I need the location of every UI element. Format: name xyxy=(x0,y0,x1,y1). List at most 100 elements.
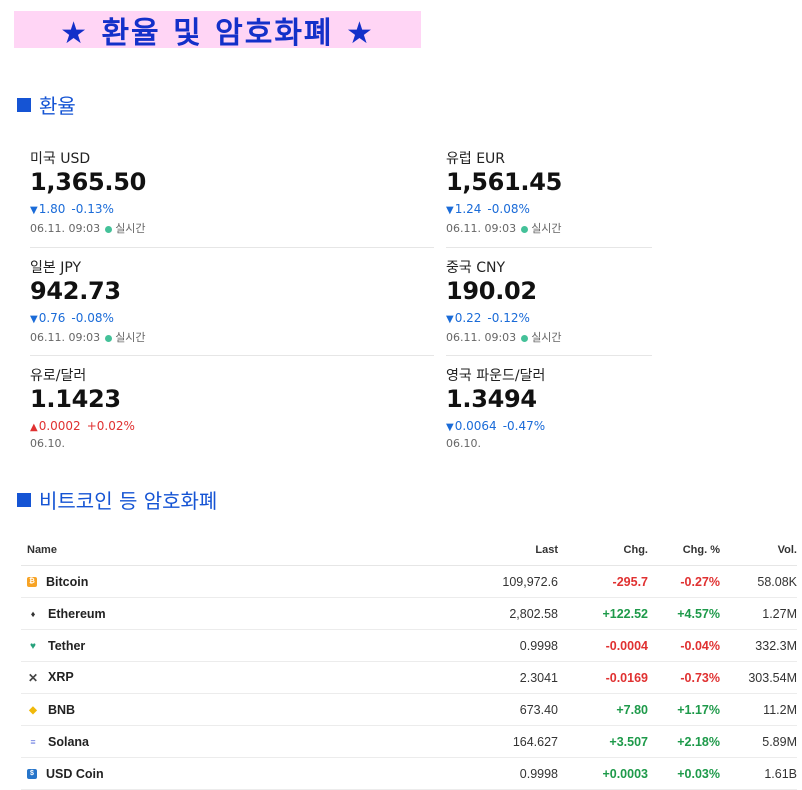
table-row[interactable]: ◆ BNB 673.40 +7.80 +1.17% 11.2M xyxy=(21,693,797,726)
crypto-table: Name Last Chg. Chg. % Vol. ₿ Bitcoin 109,… xyxy=(21,534,797,790)
fx-rate-card[interactable]: 영국 파운드/달러 1.3494 ▼0.0064 -0.47% 06.10. xyxy=(446,365,646,451)
crypto-chg-pct: -0.04% xyxy=(648,629,720,662)
column-header-vol[interactable]: Vol. xyxy=(720,534,797,566)
crypto-last: 164.627 xyxy=(458,725,558,758)
column-header-chg-pct[interactable]: Chg. % xyxy=(648,534,720,566)
crypto-name-cell[interactable]: ✕ XRP xyxy=(21,661,458,694)
fx-change-percent: -0.47% xyxy=(502,419,546,433)
xrp-icon: ✕ xyxy=(27,670,39,685)
table-row[interactable]: ✕ XRP 2.3041 -0.0169 -0.73% 303.54M xyxy=(21,661,797,694)
fx-currency-name: 미국 USD xyxy=(30,151,91,167)
crypto-name[interactable]: USD Coin xyxy=(46,767,104,781)
crypto-name-cell[interactable]: ≡ Solana xyxy=(21,725,458,758)
fx-change-percent: -0.08% xyxy=(71,311,114,325)
arrow-down-icon: ▼ xyxy=(30,314,38,325)
crypto-vol: 1.61B xyxy=(720,757,797,790)
fx-rate-card[interactable]: 미국 USD 1,365.50 ▼1.80 -0.13% 06.11. 09:03… xyxy=(30,148,230,235)
fx-rate-card[interactable]: 일본 JPY 942.73 ▼0.76 -0.08% 06.11. 09:03 실시… xyxy=(30,257,230,344)
crypto-chg: +7.80 xyxy=(558,693,648,726)
arrow-up-icon: ▲ xyxy=(30,422,38,433)
fx-rate-card[interactable]: 유럽 EUR 1,561.45 ▼1.24 -0.08% 06.11. 09:03… xyxy=(446,148,646,235)
crypto-chg-pct: +4.57% xyxy=(648,597,720,630)
fx-change-percent: -0.13% xyxy=(71,202,114,216)
crypto-chg-pct: -0.27% xyxy=(648,565,720,598)
crypto-name-cell[interactable]: ◆ BNB xyxy=(21,693,458,726)
crypto-chg: -0.0004 xyxy=(558,629,648,662)
fx-change-amount: 0.0064 xyxy=(454,419,497,433)
live-dot-icon xyxy=(521,225,529,233)
fx-change-amount: 1.80 xyxy=(38,202,66,216)
crypto-chg: +122.52 xyxy=(558,597,648,630)
crypto-last: 2,802.58 xyxy=(458,597,558,630)
fx-time-text: 06.11. 09:03 xyxy=(30,222,101,235)
live-dot-icon xyxy=(521,334,529,342)
fx-section-heading: 환율 xyxy=(17,90,76,119)
usd-coin-icon: $ xyxy=(27,769,37,780)
fx-timestamp: 06.11. 09:03 실시간 xyxy=(446,329,646,344)
fx-change-amount: 0.76 xyxy=(38,311,66,325)
crypto-name-cell[interactable]: $ USD Coin xyxy=(21,757,458,790)
crypto-last: 109,972.6 xyxy=(458,565,558,598)
crypto-vol: 11.2M xyxy=(720,693,797,726)
table-row[interactable]: $ USD Coin 0.9998 +0.0003 +0.03% 1.61B xyxy=(21,757,797,790)
table-row[interactable]: ♥ Tether 0.9998 -0.0004 -0.04% 332.3M xyxy=(21,629,797,662)
fx-rate-card[interactable]: 유로/달러 1.1423 ▲0.0002 +0.02% 06.10. xyxy=(30,365,230,451)
crypto-name[interactable]: XRP xyxy=(48,670,74,684)
crypto-vol: 5.89M xyxy=(720,725,797,758)
crypto-name-cell[interactable]: ♦ Ethereum xyxy=(21,597,458,630)
fx-currency-name: 중국 CNY xyxy=(446,260,506,276)
crypto-name[interactable]: BNB xyxy=(48,703,75,717)
fx-change: ▼0.22 -0.12% xyxy=(446,311,646,327)
fx-currency-name: 유럽 EUR xyxy=(446,151,506,167)
crypto-name[interactable]: Solana xyxy=(48,735,89,749)
crypto-name[interactable]: Ethereum xyxy=(48,607,106,621)
fx-live-label: 실시간 xyxy=(531,222,562,235)
crypto-last: 673.40 xyxy=(458,693,558,726)
table-row[interactable]: ≡ Solana 164.627 +3.507 +2.18% 5.89M xyxy=(21,725,797,758)
column-header-name[interactable]: Name xyxy=(21,534,458,566)
crypto-chg: +3.507 xyxy=(558,725,648,758)
fx-rate-value: 1.1423 xyxy=(30,385,121,413)
fx-currency-name: 영국 파운드/달러 xyxy=(446,368,546,384)
arrow-down-icon: ▼ xyxy=(30,205,38,216)
divider xyxy=(446,247,652,248)
fx-time-text: 06.11. 09:03 xyxy=(446,331,517,344)
fx-rate-value: 1,561.45 xyxy=(446,168,563,196)
fx-change: ▼1.24 -0.08% xyxy=(446,202,646,218)
table-row[interactable]: ₿ Bitcoin 109,972.6 -295.7 -0.27% 58.08K xyxy=(21,565,797,598)
crypto-name[interactable]: Bitcoin xyxy=(46,575,88,589)
solana-icon: ≡ xyxy=(30,737,36,748)
arrow-down-icon: ▼ xyxy=(446,205,454,216)
fx-change: ▼0.76 -0.08% xyxy=(30,311,230,327)
crypto-name-cell[interactable]: ♥ Tether xyxy=(21,629,458,662)
crypto-chg: +0.0003 xyxy=(558,757,648,790)
bitcoin-icon: ₿ xyxy=(27,577,37,588)
crypto-last: 0.9998 xyxy=(458,629,558,662)
crypto-chg-pct: -0.73% xyxy=(648,661,720,694)
table-header-row: Name Last Chg. Chg. % Vol. xyxy=(21,534,797,566)
arrow-down-icon: ▼ xyxy=(446,422,454,433)
fx-timestamp: 06.10. xyxy=(30,437,230,451)
crypto-name[interactable]: Tether xyxy=(48,639,85,653)
fx-change-percent: -0.12% xyxy=(487,311,530,325)
crypto-last: 2.3041 xyxy=(458,661,558,694)
fx-rate-value: 1,365.50 xyxy=(30,168,147,196)
bnb-icon: ◆ xyxy=(29,704,37,716)
fx-currency-name: 유로/달러 xyxy=(30,368,87,384)
page-title-banner: ★ 환율 및 암호화폐 ★ xyxy=(14,11,421,51)
divider xyxy=(446,355,652,356)
fx-rate-value: 190.02 xyxy=(446,277,537,305)
table-row[interactable]: ♦ Ethereum 2,802.58 +122.52 +4.57% 1.27M xyxy=(21,597,797,630)
square-bullet-icon xyxy=(17,97,31,112)
crypto-name-cell[interactable]: ₿ Bitcoin xyxy=(21,565,458,598)
fx-rate-value: 942.73 xyxy=(30,277,121,305)
crypto-chg-pct: +1.17% xyxy=(648,693,720,726)
fx-timestamp: 06.10. xyxy=(446,437,646,451)
fx-time-text: 06.11. 09:03 xyxy=(446,222,517,235)
column-header-last[interactable]: Last xyxy=(458,534,558,566)
crypto-table-body: ₿ Bitcoin 109,972.6 -295.7 -0.27% 58.08K … xyxy=(21,565,797,790)
fx-change-percent: +0.02% xyxy=(86,419,135,433)
fx-timestamp: 06.11. 09:03 실시간 xyxy=(446,220,646,235)
fx-rate-card[interactable]: 중국 CNY 190.02 ▼0.22 -0.12% 06.11. 09:03 실시… xyxy=(446,257,646,344)
column-header-chg[interactable]: Chg. xyxy=(558,534,648,566)
